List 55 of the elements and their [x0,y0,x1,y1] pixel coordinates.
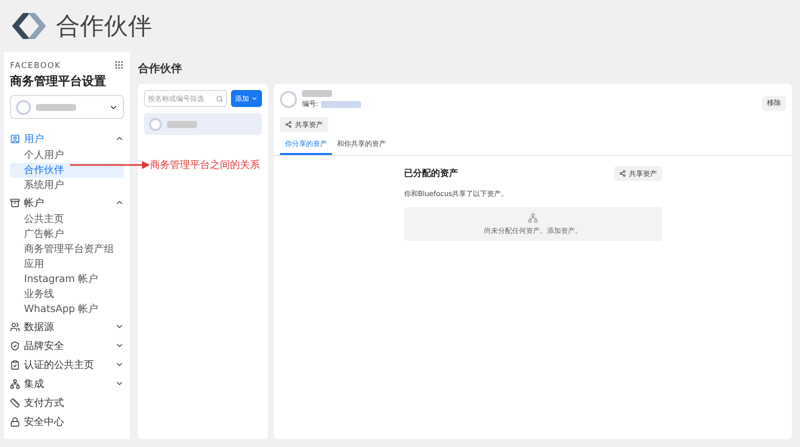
sidebar-item[interactable]: WhatsApp 帐户 [10,302,124,317]
sidebar-section[interactable]: 数据源 [10,317,124,336]
avatar-circle [149,118,162,130]
chevron-down-icon [115,379,124,388]
avatar-circle [280,91,297,108]
chevron-down-icon [115,360,124,369]
business-picker[interactable] [10,95,124,119]
section-icon [10,322,20,332]
sidebar-item[interactable]: 系统用户 [10,178,124,193]
section-icon [10,134,20,144]
section-icon [10,378,20,388]
share-icon [619,170,626,177]
blurred-name [167,120,197,128]
sidebar-section[interactable]: 认证的公共主页 [10,355,124,374]
share-icon [285,121,292,128]
sidebar-item[interactable]: 商务管理平台资产组 [10,242,124,257]
page-title: 合作伙伴 [56,11,152,42]
blurred-name [36,104,76,110]
arrow-icon [70,161,150,169]
sidebar-item[interactable]: 合作伙伴 [10,163,124,178]
chevron-down-icon [115,341,124,350]
blurred-name [321,100,362,108]
blurred-name [302,90,332,97]
sidebar-item[interactable]: 公共主页 [10,212,124,227]
section-title: 合作伙伴 [138,60,182,76]
sidebar-item[interactable]: 应用 [10,257,124,272]
section-icon [10,398,20,408]
partner-item[interactable] [144,113,262,135]
sidebar-title: 商务管理平台设置 [10,73,107,90]
sidebar-section[interactable]: 品牌安全 [10,336,124,355]
sidebar-section[interactable]: 安全中心 [10,412,124,431]
annotation-text: 商务管理平台之间的关系 [150,158,260,172]
grid-icon[interactable] [114,60,124,70]
brand-label: FACEBOOK [10,60,62,70]
logo-icon [10,11,48,41]
network-icon [528,212,538,222]
section-icon [10,340,20,350]
chevron-down-icon [115,322,124,331]
section-icon [10,360,20,370]
section-icon [10,416,20,426]
chevron-up-icon [115,198,124,207]
chevron-up-icon [115,134,124,143]
sidebar-item[interactable]: 广告帐户 [10,227,124,242]
caret-icon [251,95,258,102]
search-icon [216,94,223,102]
sidebar-section[interactable]: 支付方式 [10,393,124,412]
section-icon [10,198,20,208]
avatar-circle [16,100,31,114]
sidebar-item[interactable]: Instagram 帐户 [10,272,124,287]
sidebar-section[interactable]: 集成 [10,374,124,393]
assigned-assets-title: 已分配的资产 [404,167,458,180]
sidebar-item[interactable]: 业务线 [10,287,124,302]
sidebar-item[interactable]: 个人用户 [10,148,124,163]
sidebar-section[interactable]: 帐户 [10,193,124,212]
sidebar-section[interactable]: 用户 [10,129,124,148]
